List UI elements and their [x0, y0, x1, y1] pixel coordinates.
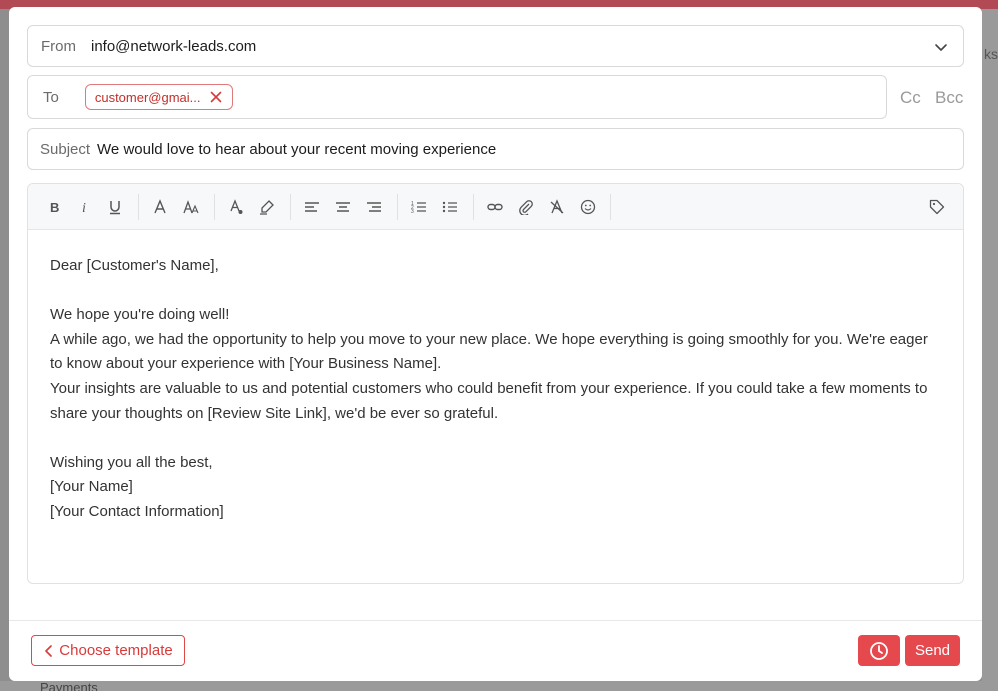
- body-line: Your insights are valuable to us and pot…: [50, 379, 928, 422]
- body-line: We hope you're doing well!: [50, 306, 230, 324]
- ordered-list-icon[interactable]: 123: [410, 198, 428, 216]
- text-color-icon[interactable]: [227, 198, 245, 216]
- toolbar-separator: [138, 194, 139, 220]
- toolbar-separator: [610, 194, 611, 220]
- bcc-button[interactable]: Bcc: [935, 88, 963, 108]
- chevron-left-icon: [45, 644, 53, 657]
- underline-icon[interactable]: [106, 198, 124, 216]
- body-line: Dear [Customer's Name],: [50, 257, 219, 274]
- link-icon[interactable]: [486, 198, 504, 216]
- clock-icon: [870, 641, 888, 660]
- choose-template-button[interactable]: Choose template: [31, 635, 185, 666]
- body-line: [50, 279, 930, 304]
- background-text-right: ks: [984, 46, 998, 62]
- recipient-chip-label: customer@gmai...: [94, 89, 201, 105]
- body-line: Wishing you all the best,: [50, 453, 213, 471]
- rich-text-editor: B i 1 2 3 Dear [Customer's Name], We hop…: [27, 183, 964, 584]
- italic-icon[interactable]: i: [75, 198, 93, 216]
- subject-label: Subject: [40, 140, 91, 158]
- bullet-list-icon[interactable]: [441, 198, 459, 216]
- body-line: [Your Contact Information]: [50, 502, 224, 520]
- align-center-icon[interactable]: [334, 198, 352, 216]
- subject-input[interactable]: We would love to hear about your recent …: [97, 141, 496, 158]
- body-line: [50, 426, 930, 451]
- emoji-icon[interactable]: [579, 198, 597, 216]
- align-left-icon[interactable]: [303, 198, 321, 216]
- toolbar-separator: [290, 194, 291, 220]
- subject-field[interactable]: Subject We would love to hear about your…: [27, 128, 964, 170]
- remove-recipient-icon[interactable]: [210, 91, 222, 103]
- send-button[interactable]: Send: [905, 635, 960, 666]
- attachment-icon[interactable]: [517, 198, 535, 216]
- from-value: info@network-leads.com: [91, 37, 257, 55]
- recipient-chip[interactable]: customer@gmai...: [84, 84, 233, 110]
- font-icon[interactable]: [151, 198, 169, 216]
- schedule-send-button[interactable]: [858, 635, 900, 666]
- bold-icon[interactable]: B: [45, 198, 63, 216]
- toolbar-separator: [397, 194, 398, 220]
- toolbar-separator: [214, 194, 215, 220]
- background-panel-right: [982, 9, 998, 691]
- svg-text:B: B: [50, 200, 59, 215]
- editor-toolbar: B i 1 2 3: [28, 184, 963, 230]
- tag-icon[interactable]: [928, 198, 946, 216]
- background-text-bottom: Payments: [40, 680, 98, 691]
- font-size-icon[interactable]: [182, 198, 200, 216]
- cc-button[interactable]: Cc: [900, 88, 921, 108]
- svg-text:3: 3: [411, 209, 414, 215]
- to-label: To: [43, 88, 59, 106]
- choose-template-label: Choose template: [59, 642, 173, 659]
- body-line: [Your Name]: [50, 478, 133, 496]
- clear-format-icon[interactable]: [548, 198, 566, 216]
- footer-divider: [9, 620, 982, 621]
- email-body[interactable]: Dear [Customer's Name], We hope you're d…: [50, 254, 930, 525]
- to-field[interactable]: To customer@gmai...: [27, 75, 887, 119]
- from-label: From: [41, 37, 76, 55]
- align-right-icon[interactable]: [365, 198, 383, 216]
- highlight-icon[interactable]: [258, 198, 276, 216]
- email-compose-modal: From info@network-leads.com To customer@…: [9, 7, 982, 681]
- from-select[interactable]: From info@network-leads.com: [27, 25, 964, 67]
- body-line: A while ago, we had the opportunity to h…: [50, 330, 928, 373]
- chevron-down-icon[interactable]: [933, 39, 949, 55]
- background-panel-bottom: [0, 681, 998, 691]
- svg-text:i: i: [82, 201, 86, 215]
- toolbar-separator: [473, 194, 474, 220]
